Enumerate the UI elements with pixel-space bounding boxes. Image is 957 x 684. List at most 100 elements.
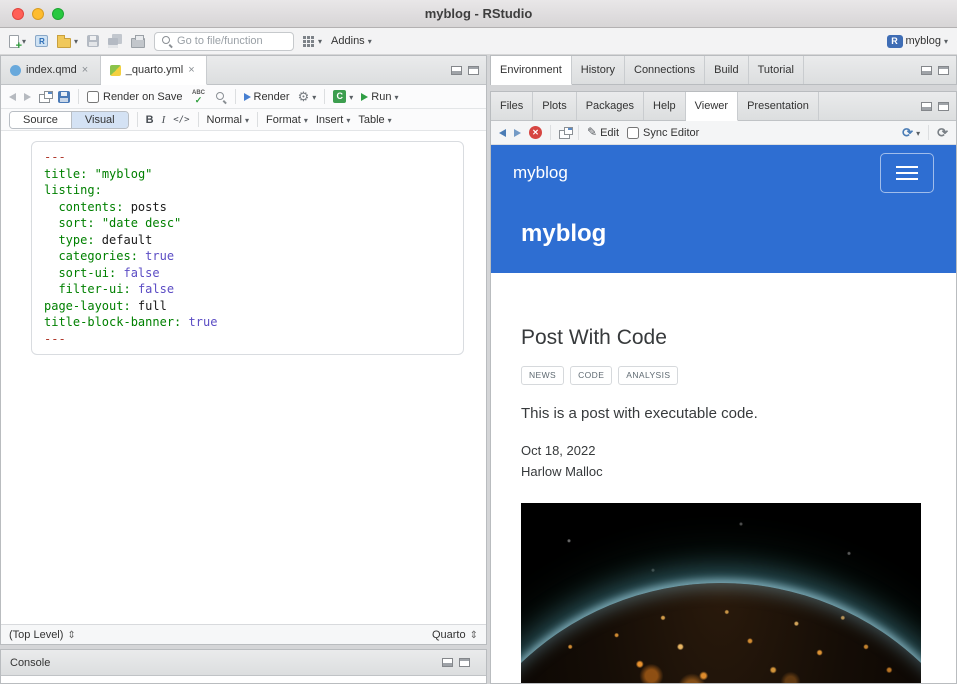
addins-menu-button[interactable]: Addins (331, 35, 372, 47)
tab-viewer[interactable]: Viewer (686, 92, 738, 121)
tab-presentation[interactable]: Presentation (738, 92, 819, 120)
new-project-button[interactable] (35, 35, 48, 47)
tab-label: Presentation (747, 100, 809, 112)
tab-label: _quarto.yml (126, 64, 183, 76)
new-file-button[interactable] (9, 35, 26, 48)
tab-connections[interactable]: Connections (625, 56, 705, 84)
spellcheck-icon[interactable]: ABC (191, 90, 207, 104)
maximize-pane-icon[interactable] (459, 658, 470, 667)
minimize-pane-icon[interactable] (442, 658, 453, 667)
minimize-pane-icon[interactable] (921, 66, 932, 75)
viewer-edit-button[interactable]: Edit (587, 126, 619, 139)
category-tag[interactable]: NEWS (521, 366, 564, 385)
maximize-pane-icon[interactable] (938, 66, 949, 75)
minimize-window-button[interactable] (32, 8, 44, 20)
chevron-down-icon (916, 127, 920, 139)
stop-icon[interactable] (529, 126, 542, 139)
render-settings-button[interactable] (298, 90, 317, 104)
maximize-pane-icon[interactable] (468, 66, 479, 75)
editor-tab-quarto-yml[interactable]: _quarto.yml (101, 56, 207, 85)
save-button[interactable] (87, 35, 99, 47)
close-window-button[interactable] (12, 8, 24, 20)
site-navbar: myblog (491, 145, 956, 201)
viewer-forward-icon[interactable] (514, 129, 521, 137)
save-all-button[interactable] (108, 34, 122, 48)
project-name: myblog (906, 35, 941, 47)
forward-icon[interactable] (24, 93, 31, 101)
viewer-back-icon[interactable] (499, 129, 506, 137)
editor-tab-index-qmd[interactable]: index.qmd (1, 56, 101, 84)
render-button[interactable]: Render (244, 91, 290, 103)
tab-help[interactable]: Help (644, 92, 686, 120)
separator (928, 125, 929, 140)
open-file-button[interactable] (57, 35, 78, 48)
category-tag[interactable]: CODE (570, 366, 612, 385)
scope-selector[interactable]: (Top Level) (9, 629, 76, 641)
sync-editor-input[interactable] (627, 127, 639, 139)
insert-chunk-button[interactable] (333, 90, 353, 103)
pane-layout-button[interactable] (303, 35, 322, 47)
separator (198, 112, 199, 127)
navbar-brand[interactable]: myblog (513, 163, 568, 183)
code-button[interactable]: </> (173, 115, 189, 125)
editor-status-bar: (Top Level) Quarto (1, 624, 486, 644)
save-icon[interactable] (58, 91, 70, 103)
file-type-label: Quarto (432, 629, 466, 641)
tab-environment[interactable]: Environment (491, 56, 572, 85)
r-project-icon (887, 35, 903, 48)
render-on-save-label: Render on Save (103, 91, 183, 103)
tab-build[interactable]: Build (705, 56, 748, 84)
close-icon[interactable] (188, 64, 197, 76)
paragraph-style-dropdown[interactable]: Normal (207, 114, 249, 126)
goto-file-input[interactable] (177, 35, 287, 47)
popout-icon[interactable] (39, 94, 50, 103)
viewer-sync-button[interactable] (902, 126, 920, 140)
quarto-file-icon (10, 65, 21, 76)
zoom-window-button[interactable] (52, 8, 64, 20)
visual-mode-button[interactable]: Visual (71, 112, 128, 128)
category-tag[interactable]: ANALYSIS (618, 366, 678, 385)
italic-button[interactable]: I (162, 114, 166, 126)
goto-file-search[interactable] (154, 32, 294, 51)
format-menu[interactable]: Format (266, 114, 308, 126)
navbar-toggler[interactable] (880, 153, 934, 193)
project-menu-button[interactable]: myblog (887, 35, 948, 48)
console-tab[interactable]: Console (10, 657, 50, 669)
chevron-down-icon (368, 35, 372, 47)
tab-packages[interactable]: Packages (577, 92, 644, 120)
tab-tutorial[interactable]: Tutorial (749, 56, 804, 84)
post-title-link[interactable]: Post With Code (521, 325, 926, 350)
open-in-new-window-icon[interactable] (559, 130, 570, 139)
maximize-pane-icon[interactable] (938, 102, 949, 111)
minimize-pane-icon[interactable] (921, 102, 932, 111)
editor-canvas[interactable]: ---title: "myblog"listing: contents: pos… (1, 131, 486, 624)
find-icon[interactable] (215, 91, 227, 103)
chevron-down-icon (312, 91, 316, 103)
source-mode-button[interactable]: Source (10, 112, 71, 128)
table-menu[interactable]: Table (358, 114, 391, 126)
insert-menu[interactable]: Insert (316, 114, 351, 126)
insert-menu-label: Insert (316, 114, 344, 126)
file-type-selector[interactable]: Quarto (432, 629, 478, 641)
yaml-file-icon (110, 65, 121, 76)
post-listing-item[interactable]: Post With Code NEWS CODE ANALYSIS This i… (491, 325, 956, 683)
close-icon[interactable] (82, 64, 91, 76)
render-on-save-input[interactable] (87, 91, 99, 103)
render-on-save-checkbox[interactable]: Render on Save (87, 91, 183, 103)
left-column: index.qmd _quarto.yml (0, 55, 487, 684)
console-body[interactable] (1, 676, 486, 683)
yaml-code-block[interactable]: ---title: "myblog"listing: contents: pos… (31, 141, 464, 355)
tab-history[interactable]: History (572, 56, 625, 84)
bold-button[interactable]: B (146, 114, 154, 126)
tab-label: Help (653, 100, 676, 112)
tab-files[interactable]: Files (491, 92, 533, 120)
refresh-icon[interactable] (937, 126, 948, 140)
console-pane: Console (0, 649, 487, 684)
run-label: Run (371, 91, 391, 103)
run-button[interactable]: Run (361, 91, 398, 103)
sync-editor-checkbox[interactable]: Sync Editor (627, 127, 699, 139)
back-icon[interactable] (9, 93, 16, 101)
print-button[interactable] (131, 34, 145, 48)
minimize-pane-icon[interactable] (451, 66, 462, 75)
tab-plots[interactable]: Plots (533, 92, 576, 120)
